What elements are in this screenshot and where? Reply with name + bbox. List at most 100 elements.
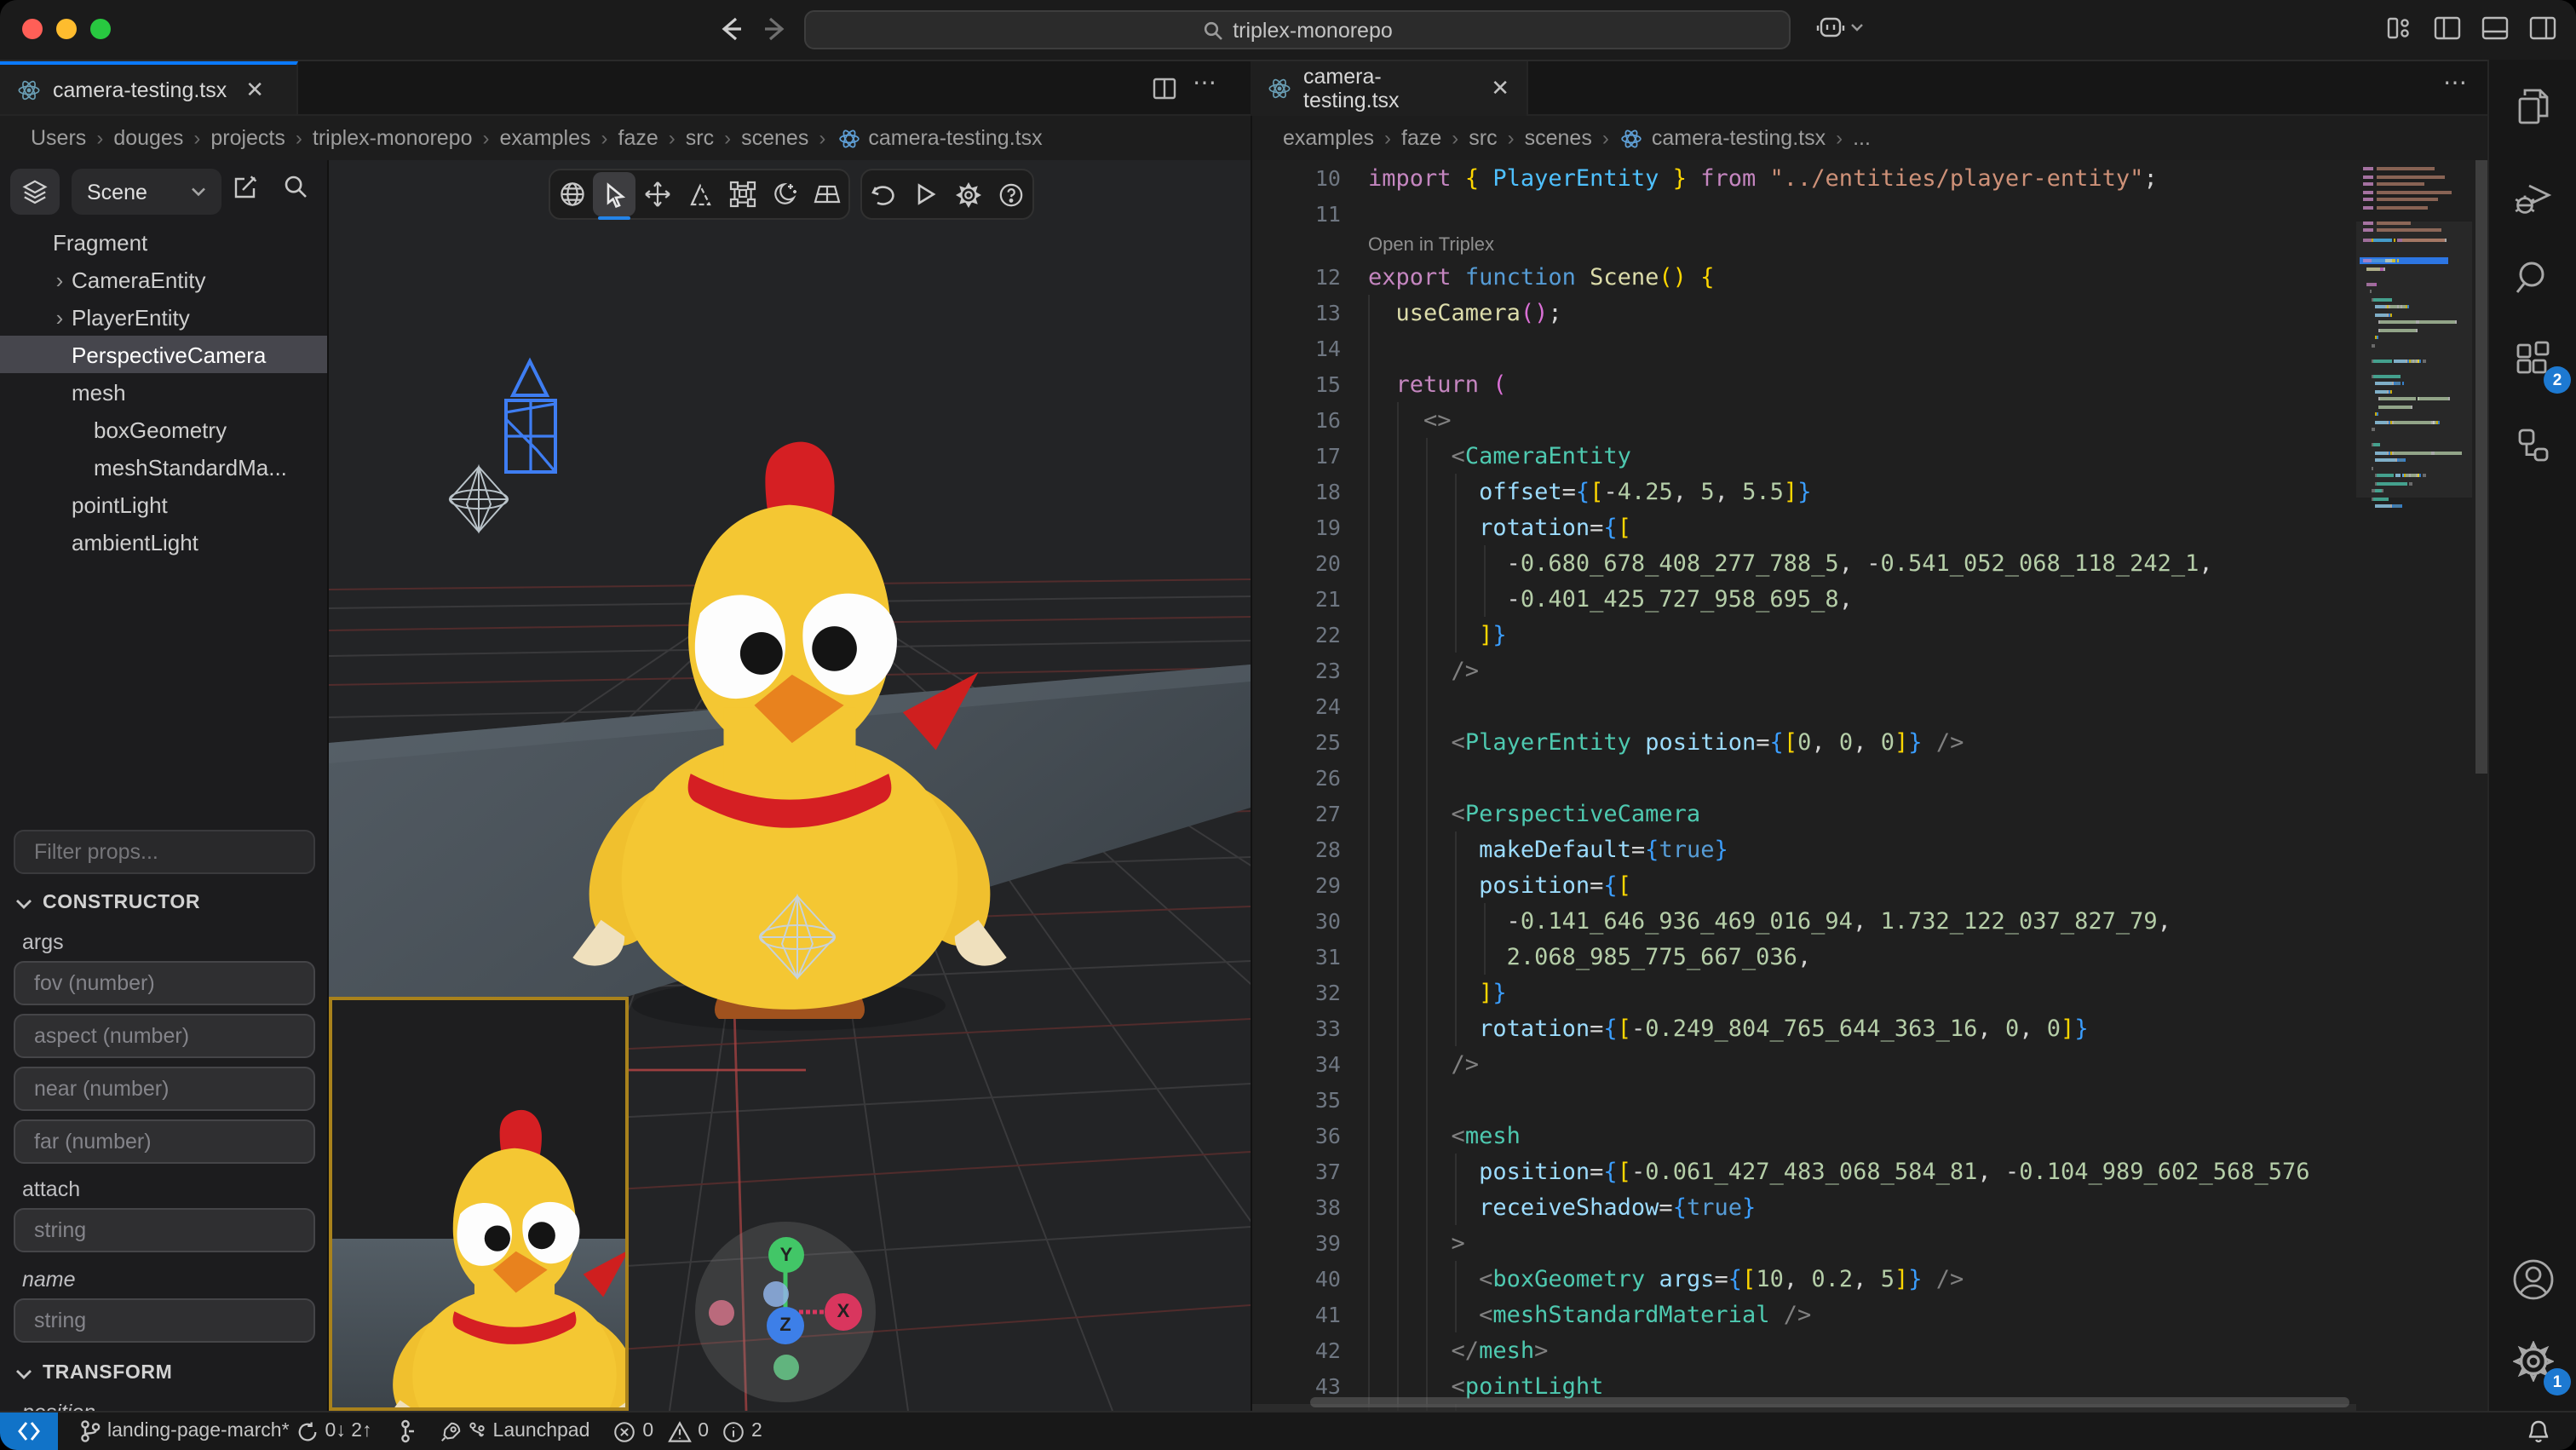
git-branch-status[interactable]: landing-page-march* 0↓ 2↑	[68, 1413, 384, 1450]
breadcrumb-item[interactable]: Users	[27, 126, 89, 150]
code-editor[interactable]: 10import { PlayerEntity } from "../entit…	[1251, 160, 2487, 1411]
search-input[interactable]: triplex-monorepo	[804, 10, 1791, 49]
breadcrumb-item[interactable]: scenes	[1521, 126, 1596, 150]
breadcrumb-item[interactable]: camera-testing.tsx	[1648, 126, 1829, 150]
layout-customize-icon[interactable]	[2385, 15, 2412, 41]
translate-tool[interactable]	[635, 172, 678, 216]
globe-tool[interactable]	[550, 172, 593, 216]
prop-input-near[interactable]: near (number)	[14, 1067, 315, 1111]
code-line-41[interactable]: 41 <meshStandardMaterial />	[1252, 1297, 2356, 1332]
search-icon[interactable]	[283, 174, 308, 199]
launchpad-status[interactable]: Launchpad	[428, 1413, 602, 1450]
grid-tool[interactable]	[806, 172, 848, 216]
code-line-15[interactable]: 15 return (	[1252, 366, 2356, 402]
prop-input-name[interactable]: string	[14, 1298, 315, 1343]
code-line-38[interactable]: 38 receiveShadow={true}	[1252, 1189, 2356, 1225]
gizmo-axis-x[interactable]: X	[825, 1293, 862, 1331]
breadcrumb-item[interactable]: camera-testing.tsx	[865, 126, 1045, 150]
tree-item-playerentity[interactable]: ›PlayerEntity	[0, 298, 329, 336]
assistant-icon[interactable]	[1816, 14, 1864, 41]
extensions-icon[interactable]: 2	[2506, 332, 2561, 387]
horizontal-scrollbar[interactable]	[1310, 1397, 2349, 1407]
traffic-light-close[interactable]	[22, 19, 43, 39]
code-line-18[interactable]: 18 offset={[-4.25, 5, 5.5]}	[1252, 474, 2356, 509]
rotate-tool[interactable]	[678, 172, 721, 216]
gizmo-axis-y[interactable]: Y	[768, 1237, 804, 1273]
code-line-36[interactable]: 36 <mesh	[1252, 1118, 2356, 1154]
scene-select[interactable]: Scene	[72, 169, 221, 215]
split-editor-icon[interactable]	[1152, 77, 1177, 101]
traffic-light-zoom[interactable]	[90, 19, 111, 39]
gizmo-axis-neg-z[interactable]	[763, 1281, 789, 1307]
code-line-12[interactable]: 12export function Scene() {	[1252, 259, 2356, 295]
files-icon[interactable]	[2506, 80, 2561, 135]
code-line-40[interactable]: 40 <boxGeometry args={[10, 0.2, 5]} />	[1252, 1261, 2356, 1297]
breadcrumb-item[interactable]: examples	[497, 126, 595, 150]
viewport-3d[interactable]: Y X Z	[329, 160, 1251, 1411]
close-icon[interactable]: ✕	[245, 76, 264, 103]
code-line-27[interactable]: 27 <PerspectiveCamera	[1252, 796, 2356, 831]
undo-button[interactable]	[862, 172, 905, 216]
code-line-21[interactable]: 21 -0.401_425_727_958_695_8,	[1252, 581, 2356, 617]
tree-item-ambientlight[interactable]: ambientLight	[0, 523, 329, 561]
code-line-17[interactable]: 17 <CameraEntity	[1252, 438, 2356, 474]
more-actions-icon[interactable]: ⋯	[1193, 68, 1216, 97]
chevron-right-icon[interactable]: ›	[48, 267, 72, 292]
code-lens-label[interactable]: Open in Triplex	[1252, 235, 1494, 256]
code-line-28[interactable]: 28 makeDefault={true}	[1252, 831, 2356, 867]
close-icon[interactable]: ✕	[1491, 75, 1509, 102]
minimap[interactable]	[2356, 160, 2472, 1411]
code-line-16[interactable]: 16 <>	[1252, 402, 2356, 438]
settings-button[interactable]	[947, 172, 990, 216]
run-debug-icon[interactable]	[2506, 172, 2561, 227]
prop-input-attach[interactable]: string	[14, 1208, 315, 1252]
gizmo-axis-neg-y[interactable]	[773, 1355, 799, 1380]
breadcrumb-item[interactable]: faze	[1398, 126, 1445, 150]
layers-icon[interactable]	[10, 169, 60, 215]
code-line-14[interactable]: 14	[1252, 331, 2356, 366]
remote-indicator-icon[interactable]	[0, 1413, 58, 1450]
code-line-31[interactable]: 31 2.068_985_775_667_036,	[1252, 939, 2356, 975]
prop-input-far[interactable]: far (number)	[14, 1119, 315, 1164]
code-line-33[interactable]: 33 rotation={[-0.249_804_765_644_363_16,…	[1252, 1010, 2356, 1046]
edit-icon[interactable]	[232, 174, 259, 201]
more-actions-icon[interactable]: ⋯	[2443, 68, 2467, 97]
tree-item-perspectivecamera[interactable]: PerspectiveCamera	[0, 336, 329, 373]
breadcrumb-item[interactable]: scenes	[738, 126, 812, 150]
help-button[interactable]	[990, 172, 1032, 216]
toggle-left-panel-icon[interactable]	[2433, 15, 2462, 41]
breadcrumb-item[interactable]: douges	[110, 126, 187, 150]
section-constructor[interactable]: CONSTRUCTOR	[15, 893, 200, 913]
code-line-23[interactable]: 23 />	[1252, 653, 2356, 688]
breadcrumb-item[interactable]: ...	[1849, 126, 1874, 150]
scale-tool[interactable]	[721, 172, 763, 216]
code-line-29[interactable]: 29 position={[	[1252, 867, 2356, 903]
code-line-20[interactable]: 20 -0.680_678_408_277_788_5, -0.541_052_…	[1252, 545, 2356, 581]
account-icon[interactable]	[2506, 1252, 2561, 1307]
vertical-scrollbar[interactable]	[2475, 160, 2487, 774]
tree-item-boxgeometry[interactable]: boxGeometry	[0, 411, 329, 448]
code-line-32[interactable]: 32 ]}	[1252, 975, 2356, 1010]
breadcrumb-item[interactable]: src	[682, 126, 717, 150]
tree-item-pointlight[interactable]: pointLight	[0, 486, 329, 523]
chevron-right-icon[interactable]: ›	[48, 304, 72, 330]
gizmo-axis-z[interactable]: Z	[767, 1307, 804, 1344]
code-line-22[interactable]: 22 ]}	[1252, 617, 2356, 653]
prop-input-fov[interactable]: fov (number)	[14, 961, 315, 1005]
settings-gear-icon[interactable]: 1	[2506, 1334, 2561, 1389]
tree-item-cameraentity[interactable]: ›CameraEntity	[0, 261, 329, 298]
tree-item-fragment[interactable]: Fragment	[0, 223, 329, 261]
commit-graph-icon[interactable]	[384, 1413, 428, 1450]
filter-props-input[interactable]: Filter props...	[14, 830, 315, 874]
code-line-37[interactable]: 37 position={[-0.061_427_483_068_584_81,…	[1252, 1154, 2356, 1189]
lighting-tool[interactable]	[763, 172, 806, 216]
point-light-helper[interactable]	[755, 893, 840, 981]
code-line-30[interactable]: 30 -0.141_646_936_469_016_94, 1.732_122_…	[1252, 903, 2356, 939]
prop-input-aspect[interactable]: aspect (number)	[14, 1014, 315, 1058]
search-icon[interactable]	[2506, 250, 2561, 305]
select-tool[interactable]	[593, 172, 635, 216]
play-button[interactable]	[905, 172, 947, 216]
problems-status[interactable]: 0 0 2	[601, 1413, 773, 1450]
tab-camera-testing-right[interactable]: camera-testing.tsx ✕	[1251, 61, 1528, 116]
breadcrumb-item[interactable]: src	[1465, 126, 1500, 150]
